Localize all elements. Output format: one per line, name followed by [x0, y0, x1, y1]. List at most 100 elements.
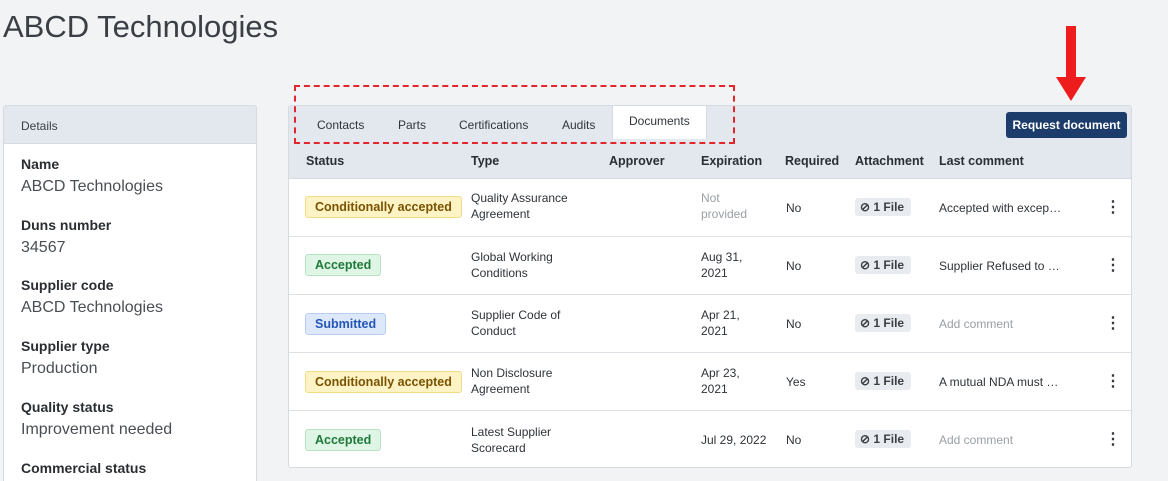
status-badge: Conditionally accepted [305, 371, 462, 393]
field-value: Production [21, 360, 98, 377]
field-value: ABCD Technologies [21, 299, 164, 316]
tab-audits[interactable]: Audits [562, 118, 595, 132]
expiration-line: Apr 23, [701, 366, 740, 380]
attachment-chip[interactable]: ⊘ 1 File [855, 198, 912, 216]
expiration: Aug 31, 2021 [701, 249, 742, 281]
expiration-line: Jul 29, 2022 [701, 433, 767, 447]
field-commercial-status: Commercial status [21, 460, 146, 476]
field-value: ABCD Technologies [21, 178, 164, 195]
card-header [289, 106, 1131, 179]
attachment-chip[interactable]: ⊘ 1 File [855, 314, 912, 332]
expiration-line: 2021 [701, 266, 728, 280]
field-name: Name ABCD Technologies [21, 156, 163, 196]
field-label: Duns number [21, 217, 112, 233]
table-row[interactable]: Submitted Supplier Code of Conduct Apr 2… [289, 295, 1131, 353]
column-header-type[interactable]: Type [471, 154, 499, 168]
column-header-approver[interactable]: Approver [609, 154, 665, 168]
expiration-line: Aug 31, [701, 250, 743, 264]
attachment-chip[interactable]: ⊘ 1 File [855, 430, 912, 448]
expiration-line: 2021 [701, 382, 728, 396]
field-label: Quality status [21, 399, 114, 415]
type-line: Global Working [471, 250, 553, 264]
field-duns: Duns number 34567 [21, 217, 111, 257]
table-row[interactable]: Accepted Global Working Conditions Aug 3… [289, 237, 1131, 295]
kebab-menu-icon[interactable]: ⋮ [1105, 429, 1121, 449]
required-value: Yes [786, 375, 806, 389]
status-badge: Submitted [305, 313, 387, 335]
tab-documents[interactable]: Documents [612, 106, 707, 139]
required-value: No [786, 201, 802, 215]
field-label: Name [21, 156, 60, 172]
attachment-label: 1 File [873, 432, 905, 446]
tab-certifications[interactable]: Certifications [459, 118, 528, 132]
kebab-menu-icon[interactable]: ⋮ [1105, 255, 1121, 275]
field-quality-status: Quality status Improvement needed [21, 399, 172, 439]
type-line: Conditions [471, 266, 528, 280]
type-line: Supplier Code of [471, 308, 561, 322]
required-value: No [786, 317, 802, 331]
paperclip-icon: ⊘ [860, 200, 871, 214]
attachment-chip[interactable]: ⊘ 1 File [855, 372, 912, 390]
type-line: Conduct [471, 324, 516, 338]
arrow-down-icon [1056, 77, 1086, 101]
status-badge: Accepted [305, 429, 382, 451]
attachment-label: 1 File [873, 374, 905, 388]
column-header-attachment[interactable]: Attachment [855, 154, 924, 168]
attachment-label: 1 File [873, 258, 905, 272]
kebab-menu-icon[interactable]: ⋮ [1105, 313, 1121, 333]
expiration: Apr 23, 2021 [701, 365, 740, 397]
column-header-last-comment[interactable]: Last comment [939, 154, 1024, 168]
expiration-line: Apr 21, [701, 308, 740, 322]
expiration-line: Not [701, 191, 720, 205]
documents-card: Contacts Parts Certifications Audits Doc… [288, 105, 1132, 468]
document-type: Supplier Code of Conduct [471, 307, 560, 339]
last-comment[interactable]: Supplier Refused to … [939, 258, 1060, 274]
arrow-annotation-shaft [1066, 26, 1076, 78]
type-line: Agreement [471, 382, 530, 396]
field-value: Improvement needed [21, 421, 173, 438]
table-row[interactable]: Conditionally accepted Quality Assurance… [289, 179, 1131, 237]
expiration-line: provided [701, 207, 748, 221]
status-badge: Accepted [305, 254, 382, 276]
table-row[interactable]: Accepted Latest Supplier Scorecard Jul 2… [289, 411, 1131, 467]
expiration: Jul 29, 2022 [701, 432, 766, 448]
details-header: Details [4, 106, 256, 144]
field-label: Supplier code [21, 277, 114, 293]
type-line: Scorecard [471, 441, 526, 455]
attachment-chip[interactable]: ⊘ 1 File [855, 256, 912, 274]
column-header-required[interactable]: Required [785, 154, 839, 168]
kebab-menu-icon[interactable]: ⋮ [1105, 197, 1121, 217]
type-line: Latest Supplier [471, 425, 552, 439]
attachment-label: 1 File [873, 316, 905, 330]
last-comment[interactable]: A mutual NDA must … [939, 374, 1058, 390]
tab-contacts[interactable]: Contacts [317, 118, 364, 132]
kebab-menu-icon[interactable]: ⋮ [1105, 371, 1121, 391]
column-header-status[interactable]: Status [306, 154, 344, 168]
expiration-line: 2021 [701, 324, 728, 338]
paperclip-icon: ⊘ [860, 432, 871, 446]
field-supplier-code: Supplier code ABCD Technologies [21, 277, 163, 317]
column-header-expiration[interactable]: Expiration [701, 154, 762, 168]
table-row[interactable]: Conditionally accepted Non Disclosure Ag… [289, 353, 1131, 411]
request-document-button[interactable]: Request document [1006, 112, 1127, 138]
add-comment-link[interactable]: Add comment [939, 432, 1013, 448]
document-type: Latest Supplier Scorecard [471, 424, 551, 456]
attachment-label: 1 File [873, 200, 905, 214]
required-value: No [786, 259, 802, 273]
page-title: ABCD Technologies [3, 9, 279, 44]
type-line: Quality Assurance [471, 191, 568, 205]
status-badge: Conditionally accepted [305, 196, 462, 218]
document-type: Global Working Conditions [471, 249, 553, 281]
paperclip-icon: ⊘ [860, 258, 871, 272]
type-line: Non Disclosure [471, 366, 553, 380]
document-type: Quality Assurance Agreement [471, 190, 568, 222]
details-panel: Details Name ABCD Technologies Duns numb… [3, 105, 257, 481]
field-label: Commercial status [21, 460, 147, 476]
paperclip-icon: ⊘ [860, 316, 871, 330]
field-supplier-type: Supplier type Production [21, 338, 110, 378]
add-comment-link[interactable]: Add comment [939, 316, 1013, 332]
paperclip-icon: ⊘ [860, 374, 871, 388]
last-comment[interactable]: Accepted with excep… [939, 200, 1061, 216]
tab-parts[interactable]: Parts [398, 118, 426, 132]
expiration: Apr 21, 2021 [701, 307, 740, 339]
